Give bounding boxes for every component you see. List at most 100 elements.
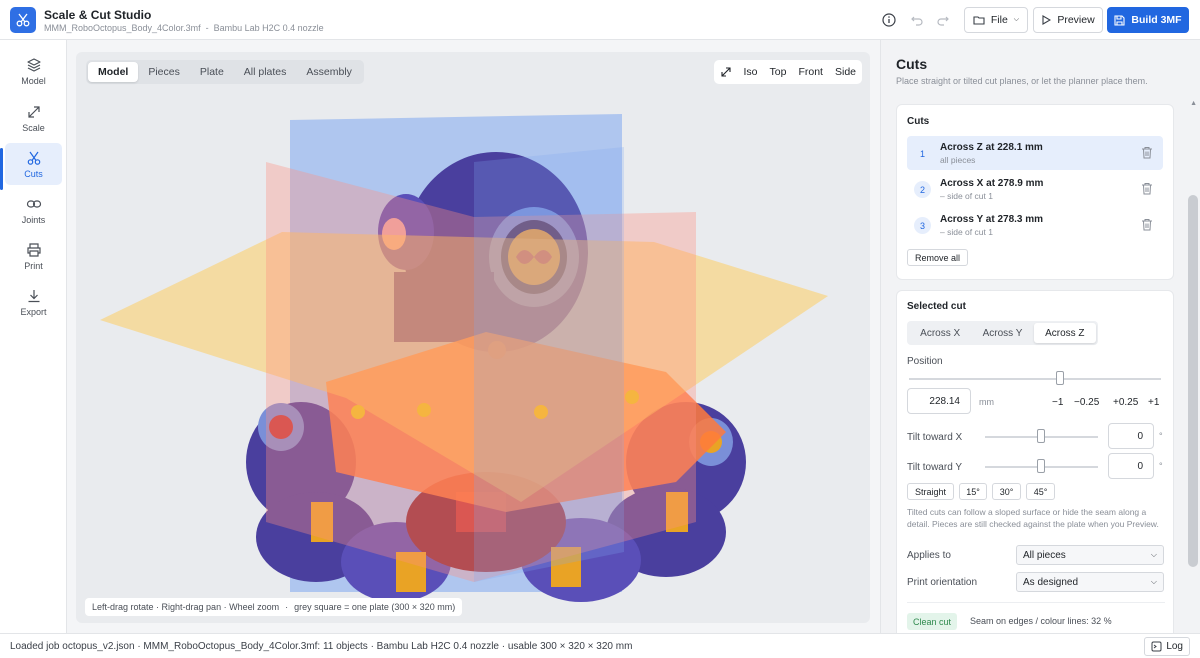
cuts-list-card: Cuts 1 Across Z at 228.1 mm all pieces 2… [896, 104, 1174, 280]
link-icon [26, 199, 41, 208]
axis-y-option[interactable]: Across Y [971, 323, 1033, 343]
tilt-45-button[interactable]: 45° [1026, 483, 1055, 500]
axis-x-option[interactable]: Across X [909, 323, 971, 343]
3d-viewport[interactable]: Model Pieces Plate All plates Assembly I… [76, 52, 870, 623]
resize-icon [27, 105, 40, 118]
scissors-icon [10, 7, 36, 33]
tilt-straight-button[interactable]: Straight [907, 483, 954, 500]
stack-icon [26, 57, 41, 72]
chevron-down-icon: ⌵ [1013, 16, 1020, 23]
step-plus-025-button[interactable]: +0.25 [1113, 397, 1138, 408]
cut-title: Across Z at 228.1 mm [940, 142, 1043, 153]
step-minus-025-button[interactable]: −0.25 [1074, 397, 1099, 408]
trash-icon[interactable] [1141, 182, 1153, 195]
save-icon [1114, 14, 1125, 26]
nav-item-joints[interactable]: Joints [5, 189, 62, 231]
chevron-down-icon: ⌵ [1150, 550, 1157, 559]
scroll-up-icon[interactable]: ▲ [1190, 100, 1197, 107]
info-icon[interactable] [880, 11, 898, 29]
clean-cut-badge: Clean cut [907, 613, 958, 630]
app-title: Scale & Cut Studio [44, 8, 152, 22]
cut-number: 2 [914, 181, 931, 198]
log-label: Log [1166, 641, 1183, 652]
view-buttons: Iso Top Front Side [713, 60, 862, 84]
tab-model[interactable]: Model [88, 62, 139, 82]
cuts-heading: Cuts [907, 116, 930, 127]
tilt-x-slider-thumb[interactable] [1037, 429, 1045, 443]
applies-to-value: All pieces [1023, 549, 1066, 561]
download-icon [28, 289, 39, 302]
cut-scope: – side of cut 1 [940, 191, 993, 201]
nav-item-model[interactable]: Model [5, 50, 62, 92]
orientation-value: As designed [1023, 576, 1079, 588]
orientation-select[interactable]: As designed ⌵ [1016, 572, 1164, 592]
undo-icon[interactable] [908, 11, 926, 29]
tilt-y-slider-thumb[interactable] [1037, 459, 1045, 473]
step-minus-1-button[interactable]: −1 [1052, 397, 1063, 408]
nav-label-model: Model [21, 75, 46, 86]
tab-pieces[interactable]: Pieces [138, 62, 190, 82]
nav-label-joints: Joints [21, 214, 46, 225]
panel-title: Cuts [896, 56, 928, 72]
view-iso-button[interactable]: Iso [744, 66, 758, 78]
file-name: MMM_RoboOctopus_Body_4Color.3mf [44, 23, 201, 33]
applies-to-select[interactable]: All pieces ⌵ [1016, 545, 1164, 565]
nav-label-print: Print [24, 260, 43, 271]
status-text: Loaded job octopus_v2.json · MMM_RoboOct… [10, 641, 633, 652]
axis-z-option[interactable]: Across Z [1033, 323, 1096, 343]
nav-item-export[interactable]: Export [5, 281, 62, 323]
cut-number: 1 [919, 148, 925, 159]
chevron-down-icon: ⌵ [1150, 577, 1157, 586]
printer-name: Bambu Lab H2C 0.4 nozzle [213, 23, 324, 33]
position-slider-thumb[interactable] [1056, 371, 1065, 385]
log-button[interactable]: Log [1144, 637, 1190, 656]
panel-subtitle: Place straight or tilted cut planes, or … [896, 76, 1148, 86]
tilt-x-input[interactable]: 0 [1108, 423, 1154, 449]
trash-icon[interactable] [1141, 218, 1153, 231]
panel-scrollbar[interactable] [1188, 195, 1198, 567]
remove-all-button[interactable]: Remove all [907, 249, 968, 266]
tilt-15-button[interactable]: 15° [959, 483, 987, 500]
position-input[interactable]: 228.14 [907, 388, 971, 414]
nav-label-cuts: Cuts [24, 168, 43, 179]
cut-plane-y[interactable] [266, 162, 474, 582]
tilt-30-button[interactable]: 30° [992, 483, 1021, 500]
build-3mf-button[interactable]: Build 3MF [1107, 7, 1189, 33]
nav-item-cuts[interactable]: Cuts [5, 143, 62, 185]
cut-title: Across X at 278.9 mm [940, 178, 1044, 189]
view-front-button[interactable]: Front [798, 66, 823, 78]
tilt-x-label: Tilt toward X [907, 432, 963, 443]
view-side-button[interactable]: Side [835, 66, 856, 78]
tab-assembly[interactable]: Assembly [296, 62, 362, 82]
cut-number: 3 [914, 217, 931, 234]
applies-to-label: Applies to [907, 550, 951, 561]
view-top-button[interactable]: Top [770, 66, 787, 78]
trash-icon[interactable] [1141, 146, 1153, 159]
cuts-panel: Cuts Place straight or tilted cut planes… [880, 40, 1200, 633]
cut-title: Across Y at 278.3 mm [940, 214, 1044, 225]
cut-row-1[interactable]: 1 Across Z at 228.1 mm all pieces [907, 136, 1163, 170]
tilt-y-degree: ° [1159, 461, 1163, 471]
cut-row-2[interactable]: 2 Across X at 278.9 mm – side of cut 1 [907, 172, 1163, 206]
nav-item-scale[interactable]: Scale [5, 97, 62, 139]
expand-icon[interactable] [720, 66, 732, 78]
folder-icon [973, 16, 985, 25]
tab-plate[interactable]: Plate [190, 62, 234, 82]
nav-item-print[interactable]: Print [5, 235, 62, 277]
position-slider-track[interactable] [909, 378, 1161, 380]
preview-button[interactable]: Preview [1033, 7, 1103, 33]
subtitle-separator: - [205, 23, 209, 33]
orientation-label: Print orientation [907, 577, 978, 588]
cut-row-3[interactable]: 3 Across Y at 278.3 mm – side of cut 1 [907, 208, 1163, 242]
preview-label: Preview [1057, 14, 1095, 26]
file-menu-button[interactable]: File ⌵ [964, 7, 1028, 33]
seam-text: Seam on edges / colour lines: 32 % [970, 616, 1112, 626]
step-plus-1-button[interactable]: +1 [1148, 397, 1159, 408]
tilt-y-input[interactable]: 0 [1108, 453, 1154, 479]
tilt-help-text: Tilted cuts can follow a sloped surface … [907, 507, 1159, 529]
redo-icon[interactable] [934, 11, 952, 29]
tab-all-plates[interactable]: All plates [234, 62, 297, 82]
model-render[interactable] [76, 52, 870, 623]
nav-label-scale: Scale [22, 122, 45, 133]
position-label: Position [907, 356, 943, 367]
